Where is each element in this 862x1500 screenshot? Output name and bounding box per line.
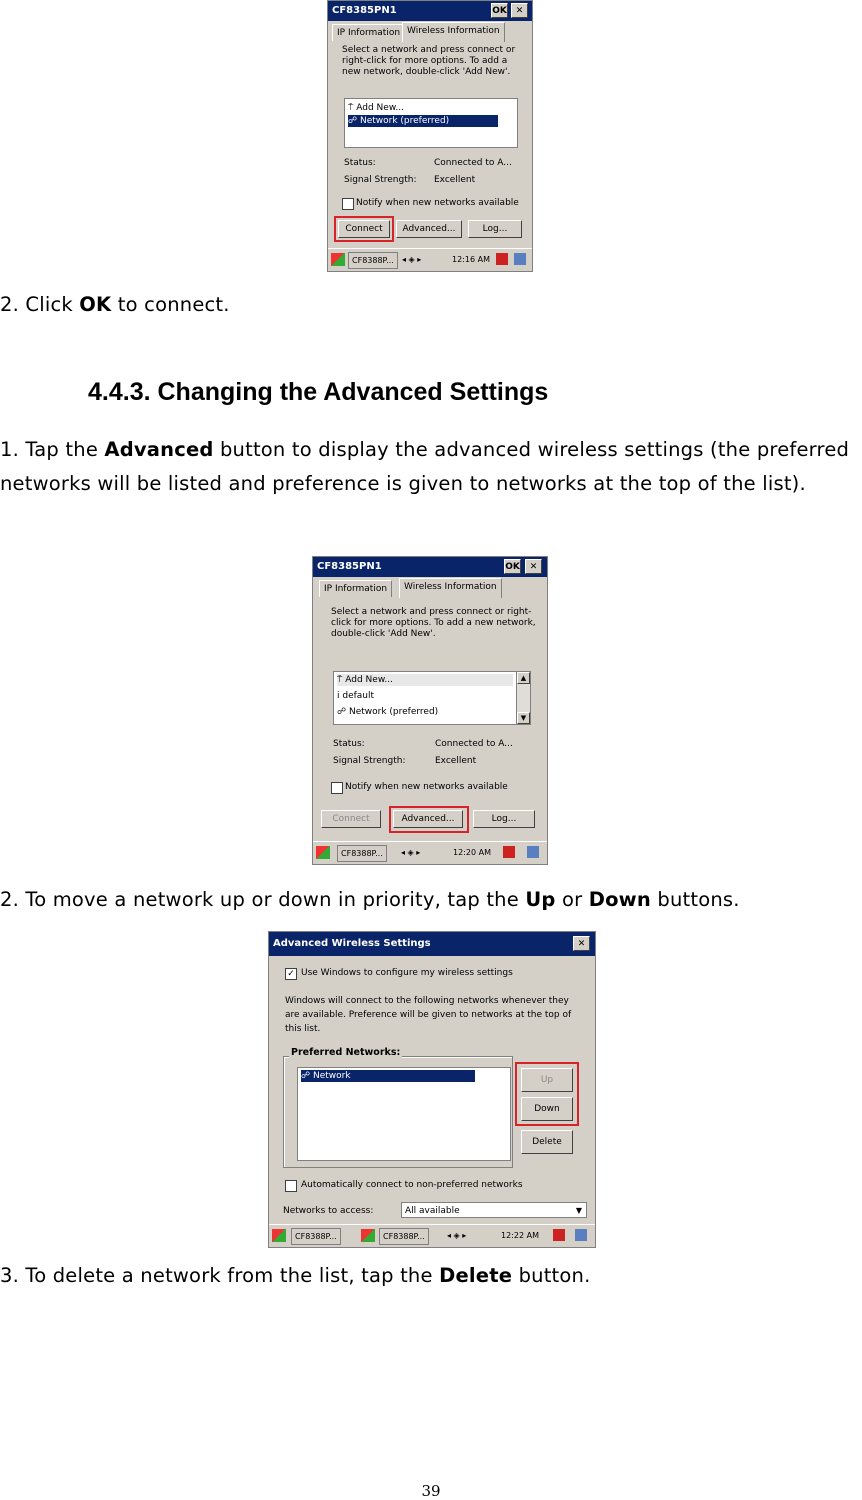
step2-click-ok: 2. Click OK to connect.: [0, 293, 230, 316]
use-windows-label: Use Windows to configure my wireless set…: [301, 968, 513, 978]
screenshot-advanced-wireless-settings: Advanced Wireless Settings ✕ ✓ Use Windo…: [268, 931, 596, 1248]
clock: 12:20 AM: [453, 848, 491, 857]
start-icon[interactable]: [272, 1229, 286, 1242]
list-item[interactable]: ⍑ Add New...: [337, 674, 513, 686]
screenshot-wireless-information-1: CF8385PN1 OK ✕ IP Information Wireless I…: [327, 0, 533, 272]
list-item[interactable]: ⍑ Add New...: [348, 102, 404, 114]
use-windows-checkbox[interactable]: ✓: [285, 968, 297, 980]
step3-delete-network: 3. To delete a network from the list, ta…: [0, 1264, 591, 1287]
dialog-title: Advanced Wireless Settings: [269, 932, 595, 956]
taskbar-app[interactable]: CF8388P...: [337, 845, 387, 862]
networks-to-access-label: Networks to access:: [283, 1206, 374, 1216]
input-icon[interactable]: [496, 253, 508, 265]
screenshot-wireless-information-2: CF8385PN1 OK ✕ IP Information Wireless I…: [312, 556, 548, 865]
description-text: Windows will connect to the following ne…: [285, 996, 572, 1034]
section-heading: 4.4.3. Changing the Advanced Settings: [88, 378, 549, 406]
tray-icons: ◂ ◈ ▸: [402, 255, 422, 264]
step1-tap-advanced: 1. Tap the Advanced button to display th…: [0, 438, 850, 495]
network-icon: ☍: [337, 707, 349, 717]
app-icon: [361, 1229, 375, 1242]
taskbar-app[interactable]: CF8388P...: [291, 1228, 341, 1245]
list-scrollbar[interactable]: ▲ ▼: [516, 672, 530, 724]
start-icon[interactable]: [331, 253, 345, 266]
tab-ip-information[interactable]: IP Information: [332, 24, 406, 41]
status-label: Status:: [344, 158, 376, 168]
networks-to-access-select[interactable]: All available ▼: [401, 1202, 587, 1218]
notify-label: Notify when new networks available: [356, 198, 519, 208]
page-number: 39: [421, 1482, 441, 1500]
ok-button[interactable]: OK: [504, 559, 521, 574]
tray-icons: ◂ ◈ ▸: [447, 1231, 467, 1240]
taskbar: CF8388P... CF8388P... ◂ ◈ ▸ 12:22 AM: [269, 1224, 595, 1247]
signal-label: Signal Strength:: [344, 175, 417, 185]
input-icon[interactable]: [503, 846, 515, 858]
status-label: Status:: [333, 739, 365, 749]
highlight-up-down: [515, 1062, 579, 1126]
log-button[interactable]: Log...: [473, 810, 535, 828]
clock: 12:16 AM: [452, 255, 490, 264]
preferred-network-list[interactable]: ☍ Network: [297, 1067, 511, 1161]
network-icon: ☍: [348, 116, 360, 126]
list-item[interactable]: ⅰ default: [337, 690, 374, 702]
taskbar-app[interactable]: CF8388P...: [348, 252, 398, 269]
log-button[interactable]: Log...: [468, 220, 522, 238]
list-item[interactable]: ☍ Network (preferred): [337, 706, 438, 718]
clock: 12:22 AM: [501, 1231, 539, 1240]
status-value: Connected to A...: [435, 739, 513, 749]
network-icon: ☍: [301, 1071, 313, 1081]
close-icon[interactable]: ✕: [525, 559, 542, 574]
description-text: Select a network and press connect or ri…: [342, 45, 516, 77]
start-icon[interactable]: [316, 846, 330, 859]
highlight-connect: [334, 216, 394, 242]
input-icon[interactable]: [553, 1229, 565, 1241]
ok-button[interactable]: OK: [491, 3, 508, 18]
advanced-button[interactable]: Advanced...: [396, 220, 462, 238]
list-item[interactable]: ☍ Network: [301, 1070, 475, 1082]
description-text: Select a network and press connect or ri…: [331, 607, 536, 639]
close-icon[interactable]: ✕: [511, 3, 528, 18]
tab-wireless-information[interactable]: Wireless Information: [399, 578, 502, 598]
close-icon[interactable]: ✕: [573, 936, 590, 951]
tab-wireless-information[interactable]: Wireless Information: [402, 22, 505, 42]
status-value: Connected to A...: [434, 158, 512, 168]
signal-label: Signal Strength:: [333, 756, 406, 766]
highlight-advanced: [389, 806, 469, 833]
step2-move-network: 2. To move a network up or down in prior…: [0, 888, 740, 911]
keyboard-icon[interactable]: [575, 1229, 587, 1241]
notify-checkbox[interactable]: [342, 198, 354, 210]
chevron-down-icon[interactable]: ▼: [576, 1203, 582, 1219]
network-list[interactable]: ⍑ Add New... ⅰ default ☍ Network (prefer…: [333, 671, 531, 725]
scroll-down-icon[interactable]: ▼: [517, 712, 530, 724]
keyboard-icon[interactable]: [527, 846, 539, 858]
preferred-networks-label: Preferred Networks:: [289, 1047, 403, 1058]
taskbar-app[interactable]: CF8388P...: [379, 1228, 429, 1245]
taskbar: CF8388P... ◂ ◈ ▸ 12:16 AM: [328, 248, 532, 271]
scroll-up-icon[interactable]: ▲: [517, 672, 530, 684]
taskbar: CF8388P... ◂ ◈ ▸ 12:20 AM: [313, 841, 547, 864]
connect-button[interactable]: Connect: [321, 810, 381, 828]
auto-connect-label: Automatically connect to non-preferred n…: [301, 1180, 523, 1190]
list-item[interactable]: ☍ Network (preferred): [348, 115, 498, 127]
signal-value: Excellent: [434, 175, 476, 185]
tray-icons: ◂ ◈ ▸: [401, 848, 421, 857]
auto-connect-checkbox[interactable]: [285, 1180, 297, 1192]
network-list[interactable]: ⍑ Add New... ☍ Network (preferred): [344, 98, 518, 148]
notify-checkbox[interactable]: [331, 782, 343, 794]
keyboard-icon[interactable]: [514, 253, 526, 265]
notify-label: Notify when new networks available: [345, 782, 508, 792]
signal-value: Excellent: [435, 756, 477, 766]
delete-button[interactable]: Delete: [521, 1130, 573, 1154]
tab-ip-information[interactable]: IP Information: [319, 580, 393, 597]
